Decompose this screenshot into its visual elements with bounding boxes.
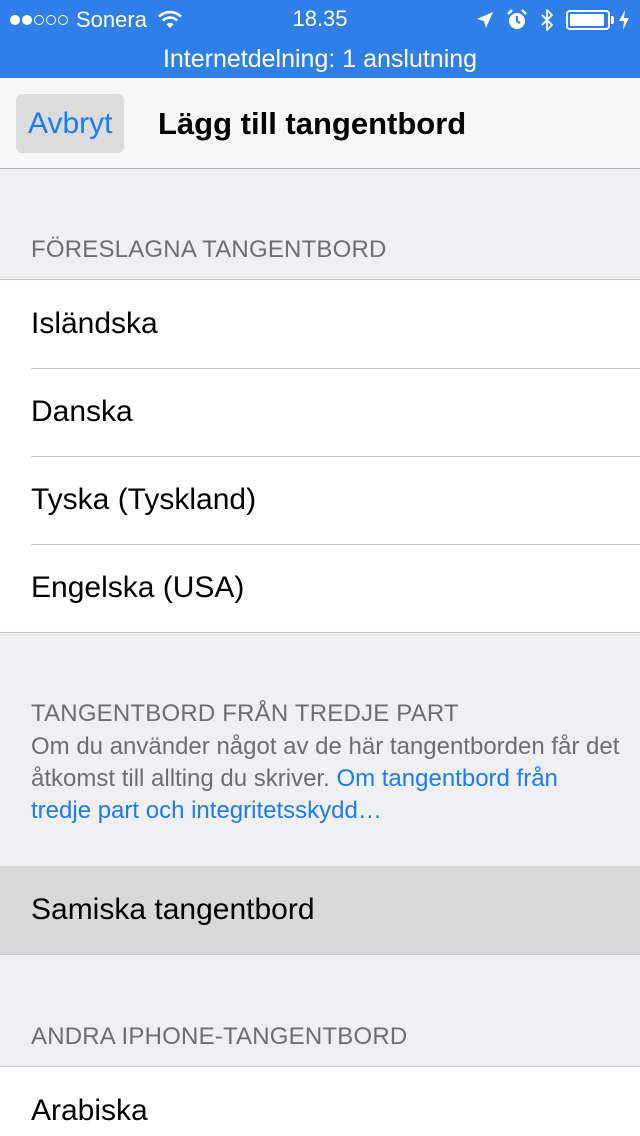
list-item-keyboard-selected[interactable]: Samiska tangentbord [0,866,640,954]
location-icon [477,12,493,28]
hotspot-banner[interactable]: Internetdelning: 1 anslutning [0,40,640,78]
list-item-keyboard[interactable]: Danska [0,368,640,456]
battery-body [566,10,610,30]
section-header-suggested: FÖRESLAGNA TANGENTBORD [31,236,387,263]
charging-icon [619,10,629,30]
other-keyboards-list: Arabiska [0,1066,640,1136]
navigation-bar: Avbryt Lägg till tangentbord [0,78,640,169]
list-item-keyboard[interactable]: Arabiska [0,1067,640,1136]
list-item-keyboard[interactable]: Isländska [0,280,640,368]
suggested-keyboards-list: Isländska Danska Tyska (Tyskland) Engels… [0,279,640,633]
status-right [476,6,630,34]
status-bar: Sonera 18.35 [0,0,640,40]
bluetooth-icon [541,9,553,31]
section-header-third-party: TANGENTBORD FRÅN TREDJE PART [31,700,459,727]
alarm-icon [507,9,527,29]
third-party-privacy-note: Om du använder något av de här tangentbo… [31,731,621,827]
list-item-keyboard[interactable]: Tyska (Tyskland) [0,456,640,544]
cancel-button[interactable]: Avbryt [16,94,125,153]
section-header-other: ANDRA IPHONE-TANGENTBORD [31,1023,408,1050]
battery-tip [611,16,614,24]
page-title: Lägg till tangentbord [158,106,467,141]
battery-fill [570,14,605,26]
third-party-keyboards-list: Samiska tangentbord [0,866,640,955]
list-item-keyboard[interactable]: Engelska (USA) [0,544,640,632]
add-keyboard-screen: Sonera 18.35 Internetdelning: 1 anslutni… [0,0,640,1136]
battery-icon [566,9,630,31]
